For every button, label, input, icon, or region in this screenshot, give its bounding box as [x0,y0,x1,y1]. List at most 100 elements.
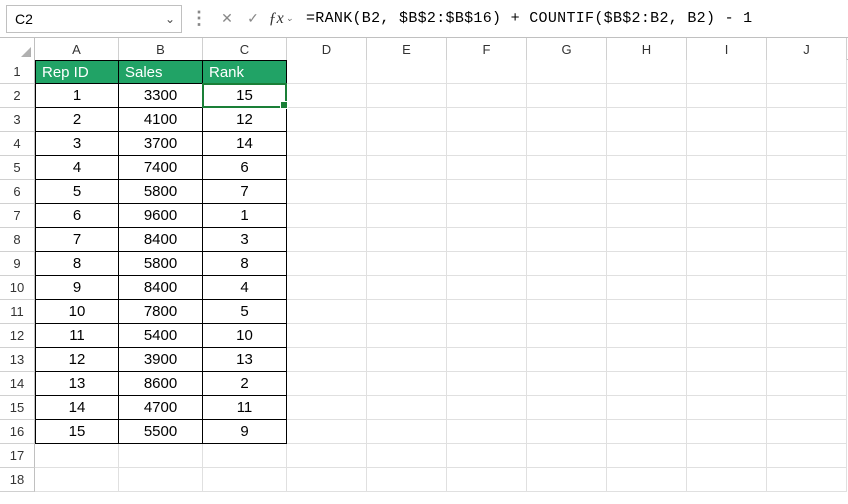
cell[interactable]: 8 [35,252,119,276]
cell[interactable] [527,132,607,156]
cell[interactable] [767,108,847,132]
cell[interactable]: 11 [203,396,287,420]
cell[interactable]: 4700 [119,396,203,420]
cell[interactable] [687,204,767,228]
cell[interactable] [607,132,687,156]
cell[interactable] [367,84,447,108]
cell[interactable]: 7 [203,180,287,204]
cell[interactable]: 11 [35,324,119,348]
cell[interactable] [607,180,687,204]
cell[interactable]: 4 [203,276,287,300]
cell[interactable] [767,84,847,108]
select-all-corner[interactable] [0,38,35,60]
formula-input[interactable]: =RANK(B2, $B$2:$B$16) + COUNTIF($B$2:B2,… [302,5,842,33]
cell[interactable] [287,60,367,84]
row-header[interactable]: 5 [0,156,35,180]
cell[interactable] [287,324,367,348]
cell[interactable] [287,180,367,204]
cell[interactable] [527,300,607,324]
cell[interactable] [367,420,447,444]
cell[interactable]: 2 [203,372,287,396]
cell[interactable] [607,444,687,468]
cell[interactable]: 10 [203,324,287,348]
row-header[interactable]: 3 [0,108,35,132]
cell[interactable] [367,60,447,84]
cell[interactable] [35,468,119,492]
cell[interactable]: 15 [35,420,119,444]
cell[interactable] [287,204,367,228]
fx-icon[interactable]: ƒx⌄ [266,5,296,33]
cell[interactable] [287,108,367,132]
cell[interactable] [287,84,367,108]
cell[interactable]: 9600 [119,204,203,228]
cell[interactable] [607,468,687,492]
cell[interactable] [687,60,767,84]
cell[interactable] [767,60,847,84]
cell[interactable] [767,396,847,420]
cell[interactable]: 4100 [119,108,203,132]
cell[interactable] [607,276,687,300]
cell[interactable] [687,132,767,156]
cell[interactable]: 1 [35,84,119,108]
cell[interactable] [607,60,687,84]
cell[interactable] [287,252,367,276]
row-header[interactable]: 6 [0,180,35,204]
cell[interactable] [767,372,847,396]
cell[interactable] [607,84,687,108]
cell[interactable] [367,444,447,468]
cell[interactable]: 3 [35,132,119,156]
cell[interactable] [687,300,767,324]
cell[interactable] [527,468,607,492]
cell[interactable]: 12 [203,108,287,132]
cell[interactable] [527,372,607,396]
cell[interactable] [447,60,527,84]
cell[interactable]: 14 [35,396,119,420]
cell[interactable] [687,420,767,444]
cell[interactable] [447,276,527,300]
cell[interactable] [527,396,607,420]
cell[interactable]: 13 [35,372,119,396]
cell[interactable]: 5500 [119,420,203,444]
row-header[interactable]: 11 [0,300,35,324]
col-header-b[interactable]: B [119,38,203,60]
confirm-icon[interactable]: ✓ [240,5,266,33]
row-header[interactable]: 4 [0,132,35,156]
row-header[interactable]: 17 [0,444,35,468]
cell[interactable] [287,468,367,492]
cell[interactable] [687,252,767,276]
cell[interactable]: 5 [203,300,287,324]
cell[interactable] [607,252,687,276]
cell[interactable] [527,348,607,372]
cell[interactable] [447,468,527,492]
cell[interactable] [527,252,607,276]
cell[interactable] [527,420,607,444]
cell[interactable] [119,468,203,492]
cell[interactable] [687,180,767,204]
col-header-j[interactable]: J [767,38,847,60]
cell[interactable] [287,156,367,180]
cell[interactable] [687,228,767,252]
cell-a1[interactable]: Rep ID [35,60,119,84]
cell[interactable] [447,324,527,348]
col-header-f[interactable]: F [447,38,527,60]
cell[interactable] [767,228,847,252]
cell[interactable] [687,156,767,180]
cell[interactable] [447,132,527,156]
col-header-e[interactable]: E [367,38,447,60]
cell[interactable]: 8400 [119,276,203,300]
cell[interactable]: 14 [203,132,287,156]
col-header-i[interactable]: I [687,38,767,60]
cell[interactable]: 5 [35,180,119,204]
cell[interactable] [447,420,527,444]
cell[interactable] [607,156,687,180]
cell[interactable]: 3700 [119,132,203,156]
cell[interactable] [687,396,767,420]
cell[interactable] [447,348,527,372]
col-header-c[interactable]: C [203,38,287,60]
cell[interactable]: 3900 [119,348,203,372]
cell[interactable] [767,348,847,372]
cell[interactable] [527,156,607,180]
cell[interactable] [607,372,687,396]
cell[interactable]: 8 [203,252,287,276]
cell[interactable] [767,156,847,180]
